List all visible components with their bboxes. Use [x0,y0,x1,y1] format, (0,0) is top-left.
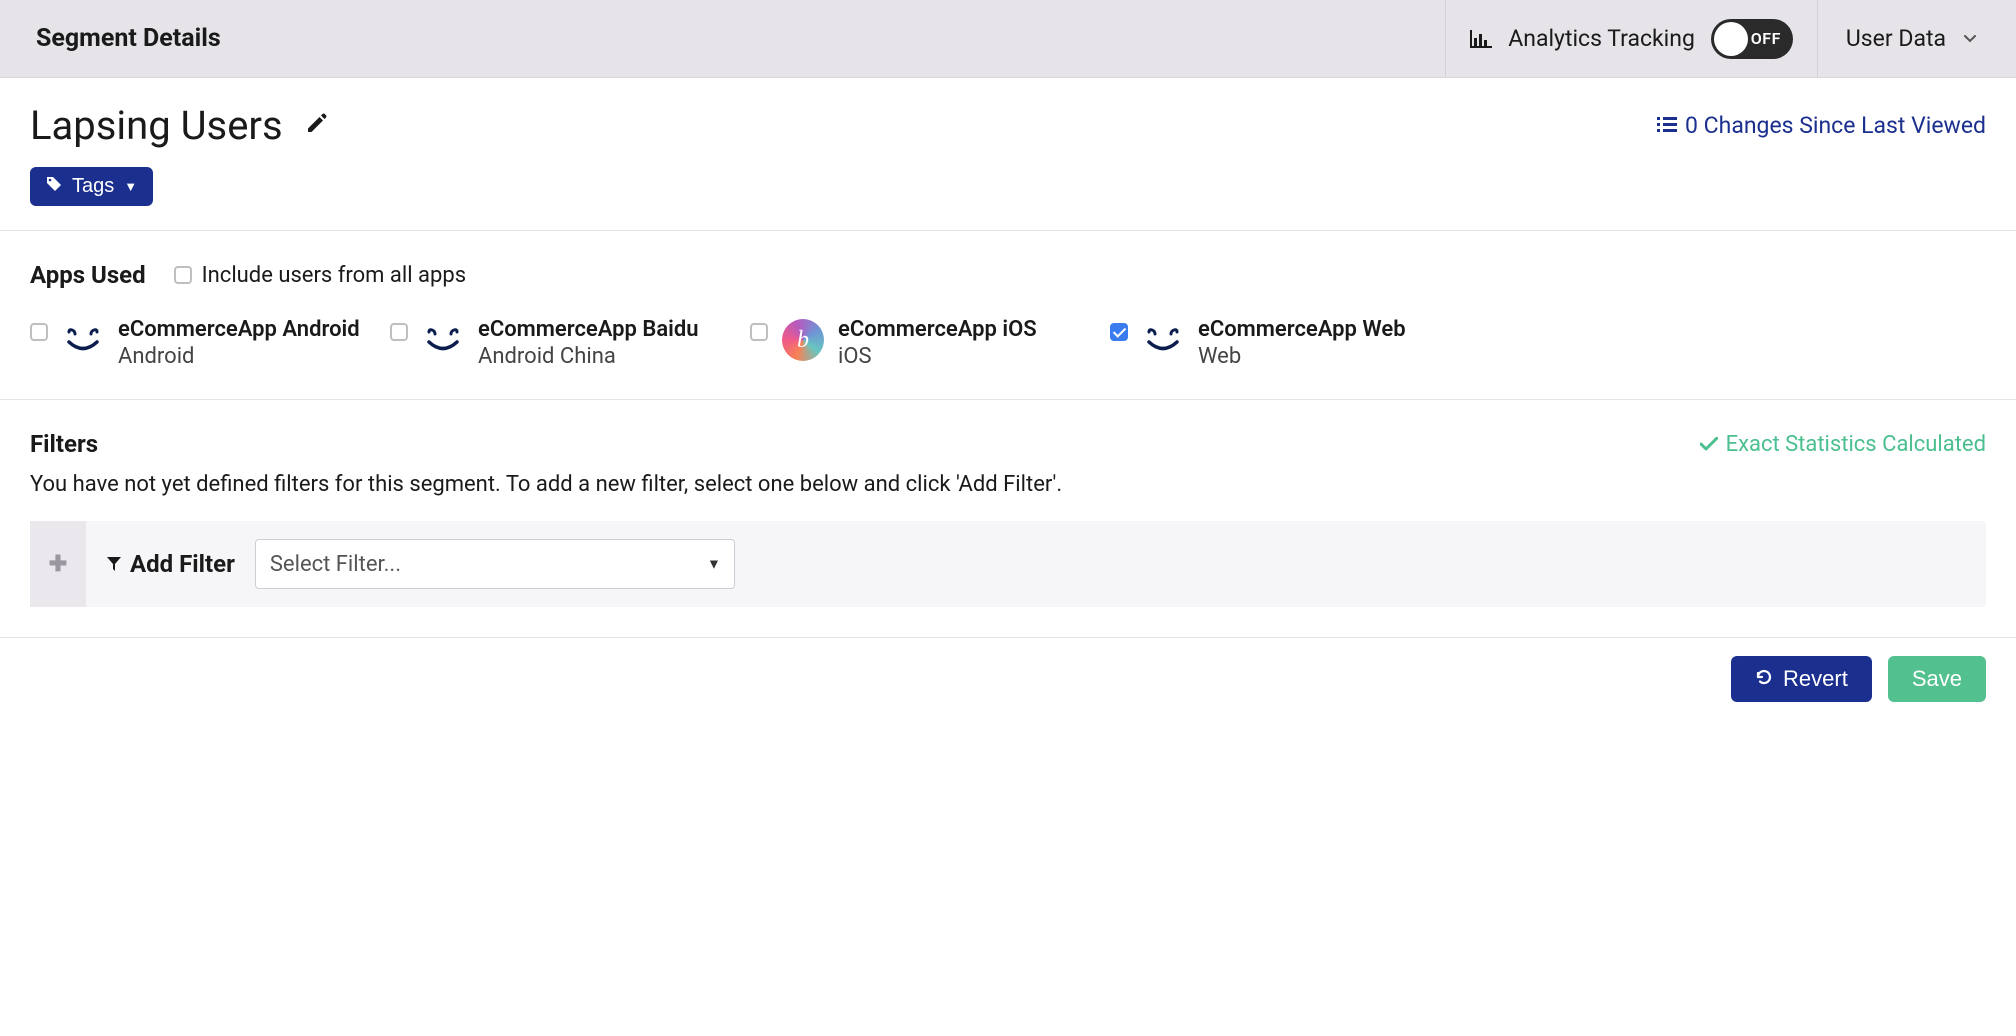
page-title: Segment Details [36,24,1445,53]
user-data-dropdown[interactable]: User Data [1818,0,2006,77]
bar-chart-icon [1470,30,1492,48]
changes-text: 0 Changes Since Last Viewed [1685,112,1986,139]
app-checkbox[interactable] [30,323,48,347]
app-name: eCommerceApp Android [118,317,360,342]
app-platform: iOS [838,344,1037,369]
edit-name-button[interactable] [305,111,329,141]
include-all-apps-toggle[interactable]: Include users from all apps [174,263,466,288]
filters-title: Filters [30,430,98,458]
filters-status: Exact Statistics Calculated [1700,432,1986,457]
check-icon [1700,432,1718,457]
checkbox-icon [1110,323,1128,341]
filters-section: Filters Exact Statistics Calculated You … [0,399,2016,637]
revert-label: Revert [1783,666,1848,692]
checkbox-icon [174,266,192,284]
undo-icon [1755,666,1773,692]
filter-select-input[interactable]: Select Filter... [255,539,735,589]
top-bar: Segment Details Analytics Tracking OFF U… [0,0,2016,78]
analytics-tracking-toggle[interactable]: OFF [1711,19,1793,59]
include-all-apps-label: Include users from all apps [202,263,466,288]
smile-icon [422,319,464,361]
add-filter-plus[interactable]: ✚ [30,521,86,607]
analytics-tracking-label: Analytics Tracking [1508,25,1695,52]
save-button[interactable]: Save [1888,656,1986,702]
app-item: eCommerceApp AndroidAndroid [30,317,360,369]
add-filter-label-text: Add Filter [130,550,235,578]
apps-grid: eCommerceApp AndroidAndroideCommerceApp … [30,317,1986,369]
app-name: eCommerceApp Web [1198,317,1406,342]
segment-name: Lapsing Users [30,102,283,149]
caret-down-icon: ▼ [124,179,137,194]
checkbox-icon [390,323,408,341]
analytics-tracking-section: Analytics Tracking OFF [1445,0,1818,77]
app-platform: Android China [478,344,699,369]
changes-since-viewed-link[interactable]: 0 Changes Since Last Viewed [1657,112,1986,139]
app-item: eCommerceApp WebWeb [1110,317,1440,369]
app-checkbox[interactable] [750,323,768,347]
app-item: b eCommerceApp iOSiOS [750,317,1080,369]
toggle-knob [1714,22,1748,56]
save-label: Save [1912,666,1962,692]
checkbox-icon [750,323,768,341]
plus-icon: ✚ [49,552,67,577]
app-platform: Web [1198,344,1406,369]
apps-used-title: Apps Used [30,261,146,289]
list-icon [1657,112,1677,139]
app-checkbox[interactable] [1110,323,1128,347]
tag-icon [46,175,62,198]
pencil-icon [305,111,329,135]
funnel-icon [106,550,122,578]
add-filter-label: Add Filter [106,550,235,578]
app-platform: Android [118,344,360,369]
apps-used-section: Apps Used Include users from all apps eC… [0,230,2016,399]
app-name: eCommerceApp iOS [838,317,1037,342]
filters-description: You have not yet defined filters for thi… [30,472,1986,497]
add-filter-bar: ✚ Add Filter Select Filter... ▼ [30,521,1986,607]
app-name: eCommerceApp Baidu [478,317,699,342]
smile-icon [62,319,104,361]
chevron-down-icon [1964,31,1976,47]
app-checkbox[interactable] [390,323,408,347]
filters-status-text: Exact Statistics Calculated [1726,432,1986,457]
tags-dropdown-button[interactable]: Tags ▼ [30,167,153,206]
segment-title-row: Lapsing Users 0 Changes Since Last Viewe… [0,78,2016,149]
filter-select[interactable]: Select Filter... ▼ [255,539,735,589]
app-logo-icon: b [782,319,824,361]
footer-actions: Revert Save [0,637,2016,720]
app-item: eCommerceApp BaiduAndroid China [390,317,720,369]
revert-button[interactable]: Revert [1731,656,1872,702]
smile-icon [1142,319,1184,361]
checkbox-icon [30,323,48,341]
tags-label: Tags [72,175,114,198]
tags-row: Tags ▼ [0,149,2016,230]
user-data-label: User Data [1846,25,1946,52]
toggle-state-text: OFF [1751,29,1781,48]
